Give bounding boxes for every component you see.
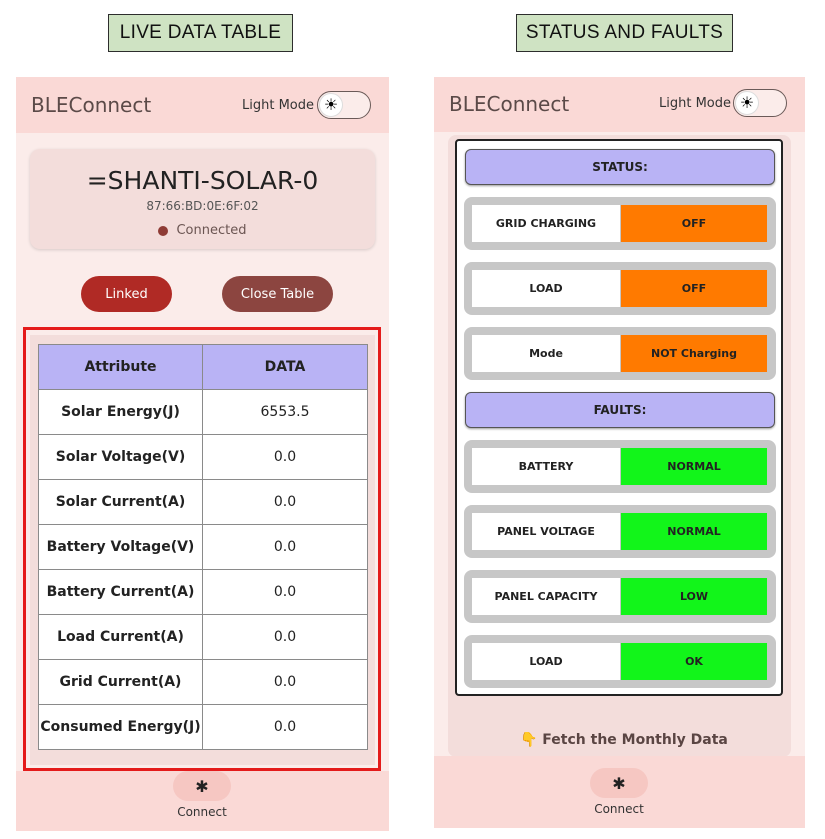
fault-label: PANEL CAPACITY (472, 578, 620, 615)
status-value: OFF (621, 270, 767, 307)
device-mac-address: 87:66:BD:0E:6F:02 (146, 199, 259, 213)
close-table-button[interactable]: Close Table (222, 276, 333, 312)
fault-row-load: LOAD OK (464, 635, 776, 688)
status-row-grid-charging: GRID CHARGING OFF (464, 197, 776, 250)
right-phone-screen: BLEConnect Light Mode ☀ STATUS: GRID CHA… (434, 77, 805, 828)
fault-value: LOW (621, 578, 767, 615)
light-mode-label: Light Mode (659, 96, 731, 111)
status-dot-icon (158, 225, 169, 236)
device-card: =SHANTI-SOLAR-0 87:66:BD:0E:6F:02 Connec… (30, 149, 375, 249)
fault-row-panel-capacity: PANEL CAPACITY LOW (464, 570, 776, 623)
linked-button[interactable]: Linked (81, 276, 172, 312)
fault-value: OK (621, 643, 767, 680)
fault-label: PANEL VOLTAGE (472, 513, 620, 550)
fault-value: NORMAL (621, 513, 767, 550)
fault-row-battery: BATTERY NORMAL (464, 440, 776, 493)
app-bar: BLEConnect Light Mode ☀ (16, 77, 389, 133)
status-label: LOAD (472, 270, 620, 307)
status-label: Mode (472, 335, 620, 372)
sun-icon: ☀ (319, 93, 343, 117)
bluetooth-icon: ✱ (195, 776, 209, 796)
fault-row-panel-voltage: PANEL VOLTAGE NORMAL (464, 505, 776, 558)
status-value: NOT Charging (621, 335, 767, 372)
light-mode-toggle[interactable]: ☀ (733, 89, 787, 117)
status-value: OFF (621, 205, 767, 242)
light-mode-label: Light Mode (242, 98, 314, 113)
connection-status-text: Connected (176, 223, 247, 238)
caption-status-and-faults: STATUS AND FAULTS (516, 14, 733, 52)
light-mode-toggle[interactable]: ☀ (317, 91, 371, 119)
app-title: BLEConnect (31, 93, 152, 117)
connection-status: Connected (30, 223, 375, 238)
connect-button[interactable]: ✱ (173, 771, 231, 801)
bottom-nav-bar: ✱ Connect (16, 771, 389, 831)
fetch-monthly-data-button[interactable]: 👇 Fetch the Monthly Data (520, 732, 728, 748)
fault-label: LOAD (472, 643, 620, 680)
bottom-nav-bar: ✱ Connect (434, 756, 805, 828)
faults-header: FAULTS: (465, 392, 775, 428)
fault-label: BATTERY (472, 448, 620, 485)
status-header: STATUS: (465, 149, 775, 185)
app-bar: BLEConnect Light Mode ☀ (434, 77, 805, 132)
connect-button[interactable]: ✱ (590, 768, 648, 798)
live-table-highlight (23, 327, 381, 771)
sun-icon: ☀ (735, 91, 759, 115)
connect-label: Connect (177, 805, 227, 819)
app-title: BLEConnect (449, 92, 570, 116)
bluetooth-icon: ✱ (612, 773, 626, 793)
status-row-load: LOAD OFF (464, 262, 776, 315)
status-faults-panel: STATUS: GRID CHARGING OFF LOAD OFF Mode … (455, 139, 783, 696)
caption-live-data-table: LIVE DATA TABLE (108, 14, 293, 52)
fault-value: NORMAL (621, 448, 767, 485)
device-name: =SHANTI-SOLAR-0 (86, 166, 319, 195)
status-label: GRID CHARGING (472, 205, 620, 242)
connect-label: Connect (594, 802, 644, 816)
status-row-mode: Mode NOT Charging (464, 327, 776, 380)
